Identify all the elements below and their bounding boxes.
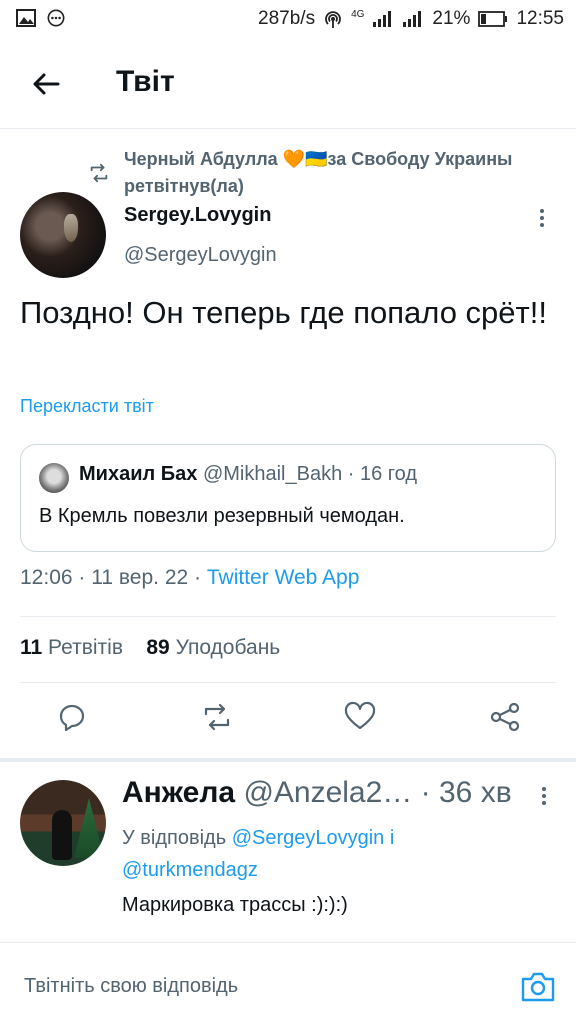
- reply-context: У відповідь @SergeyLovygin і @turkmendag…: [122, 822, 542, 886]
- more-dots-icon: [47, 9, 65, 27]
- tweet-stats: 11 Ретвітів 89 Уподобань: [20, 636, 280, 660]
- avatar[interactable]: [20, 780, 106, 866]
- reply-icon[interactable]: [55, 700, 89, 734]
- retweet-icon: [90, 163, 108, 183]
- retweet-action: ретвітнув(ла): [124, 176, 244, 196]
- section-separator: [0, 758, 576, 762]
- separator-dot: ·: [194, 566, 202, 589]
- reply-header: Анжела @Anzela2… · 36 хв: [122, 776, 512, 810]
- author-handle[interactable]: @SergeyLovygin: [124, 244, 277, 267]
- quoted-age: 16 год: [360, 463, 418, 485]
- avatar[interactable]: [20, 192, 106, 278]
- image-icon: [16, 9, 36, 27]
- share-icon[interactable]: [488, 700, 522, 734]
- quoted-author-handle: @Mikhail_Bakh: [202, 463, 343, 485]
- retweets-label: Ретвітів: [48, 636, 123, 659]
- quoted-text: В Кремль повезли резервный чемодан.: [39, 505, 405, 527]
- likes-label: Уподобань: [175, 636, 281, 659]
- retweeter-link[interactable]: Черный Абдулла 🧡🇺🇦за Свободу Украины рет…: [124, 146, 564, 200]
- tweet-text: Поздно! Он теперь где попало срёт!!: [20, 295, 547, 330]
- tweet-time: 12:06: [20, 566, 73, 589]
- retweets-count: 11: [20, 636, 43, 659]
- more-vertical-icon[interactable]: [530, 206, 554, 230]
- translate-link[interactable]: Перекласти твіт: [20, 396, 154, 417]
- reply-age: 36 хв: [439, 776, 512, 809]
- hotspot-icon: [325, 11, 341, 28]
- retweeter-name[interactable]: Черный Абдулла 🧡🇺🇦за Свободу Украины: [124, 149, 512, 169]
- divider: [20, 682, 556, 683]
- tweet-date: 11 вер. 22: [91, 566, 189, 589]
- clock: 12:55: [516, 8, 564, 29]
- quoted-tweet[interactable]: Михаил Бах @Mikhail_Bakh · 16 год В Крем…: [20, 444, 556, 552]
- net-speed: 287b/s: [258, 8, 316, 29]
- battery-icon: [478, 11, 508, 27]
- signal-icon-2: [403, 11, 422, 27]
- quoted-author-name: Михаил Бах: [79, 463, 198, 485]
- tweet-actions: [0, 700, 576, 744]
- mention-link[interactable]: @turkmendagz: [122, 859, 258, 881]
- arrow-left-icon[interactable]: [28, 66, 64, 102]
- signal-icon: [373, 11, 392, 27]
- more-vertical-icon[interactable]: [532, 784, 556, 808]
- header: Твіт: [0, 40, 576, 129]
- author-name[interactable]: Sergey.Lovygin: [124, 204, 271, 227]
- separator-dot: ·: [78, 566, 86, 589]
- heart-icon[interactable]: [343, 700, 377, 734]
- tweet-source[interactable]: Twitter Web App: [207, 566, 360, 589]
- retweets-stat[interactable]: 11 Ретвітів: [20, 636, 129, 659]
- tweet-meta: 12:06 · 11 вер. 22 · Twitter Web App: [20, 566, 359, 590]
- retweet-icon[interactable]: [200, 700, 234, 734]
- avatar-detail: [74, 798, 104, 858]
- reply-text: Маркировка трассы :):):): [122, 894, 348, 916]
- reply-input[interactable]: Твітніть свою відповідь: [24, 975, 238, 998]
- battery-percent: 21%: [432, 8, 471, 29]
- camera-icon[interactable]: [520, 969, 556, 1003]
- divider: [20, 616, 556, 617]
- separator-dot: ·: [420, 776, 431, 809]
- mention-link[interactable]: @SergeyLovygin: [232, 827, 385, 849]
- likes-count: 89: [146, 636, 170, 659]
- reply-prefix: У відповідь: [122, 827, 227, 849]
- reply-author-name[interactable]: Анжела: [122, 776, 235, 809]
- reply-author-handle[interactable]: @Anzela2…: [243, 776, 412, 809]
- network-type: 4G: [351, 8, 365, 20]
- avatar-detail: [52, 810, 72, 860]
- separator-dot: ·: [347, 463, 355, 485]
- status-bar: 287b/s 4G 21% 12:55: [0, 0, 576, 40]
- avatar-detail: [64, 214, 78, 242]
- reply-composer[interactable]: Твітніть свою відповідь: [0, 942, 576, 1025]
- avatar: [39, 463, 69, 493]
- likes-stat[interactable]: 89 Уподобань: [146, 636, 280, 659]
- quoted-header: Михаил Бах @Mikhail_Bakh · 16 год: [79, 463, 417, 486]
- page-title: Твіт: [116, 65, 175, 98]
- mention-joiner: і: [389, 827, 395, 849]
